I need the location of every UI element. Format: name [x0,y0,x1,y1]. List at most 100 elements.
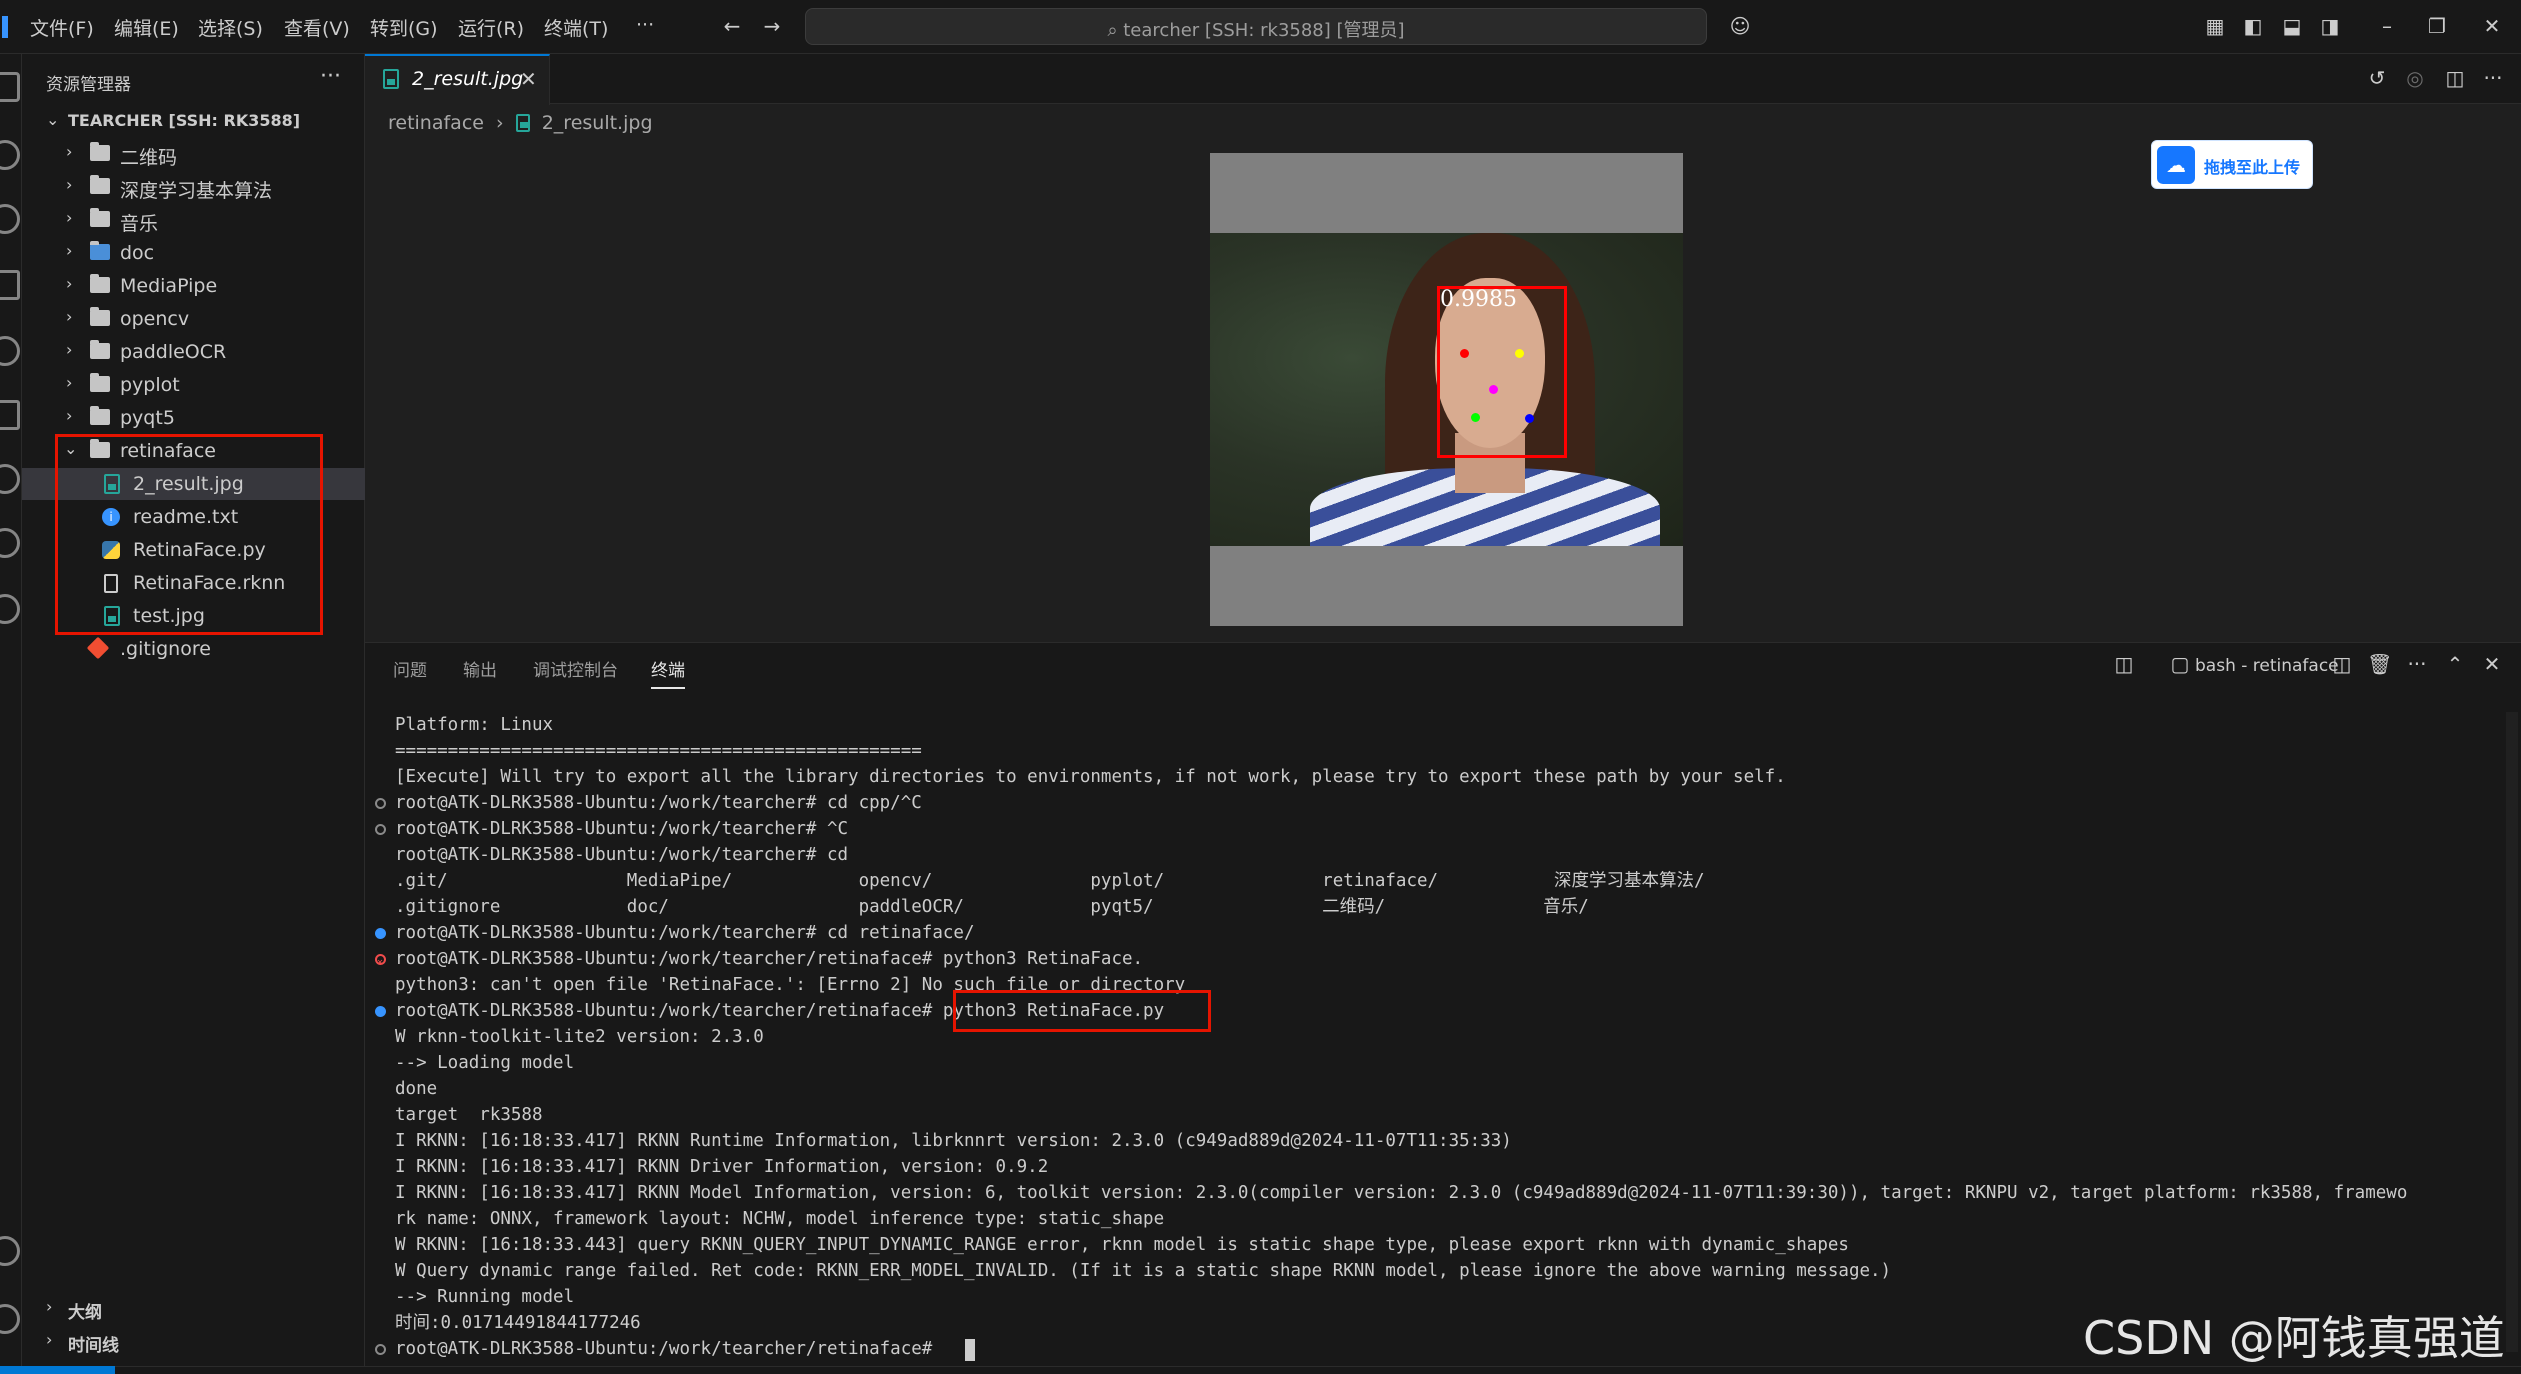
minimize-icon[interactable]: – [2375,14,2399,38]
terminal-line: 时间:0.01714491844177246 [395,1310,641,1336]
command-decoration-icon[interactable] [375,1006,386,1017]
menu-go[interactable]: 转到(G) [370,14,438,41]
result-photo: 0.9985 [1210,233,1683,546]
terminal-line: [Execute] Will try to export all the lib… [395,764,1786,790]
terminal-line-text: root@ATK-DLRK3588-Ubuntu:/work/tearcher/… [395,1339,943,1359]
terminal-line-text: .gitignore doc/ paddleOCR/ pyqt5/ 二维码/ 音… [395,897,1589,917]
tab-debug-console[interactable]: 调试控制台 [533,656,618,681]
breadcrumb-file[interactable]: 2_result.jpg [542,112,653,134]
tree-file-gitignore[interactable]: .gitignore [22,633,365,665]
close-tab-icon[interactable]: ✕ [520,67,537,91]
explorer-title: 资源管理器 [46,75,131,95]
close-panel-icon[interactable]: ✕ [2480,652,2504,676]
explorer-icon[interactable] [0,72,20,102]
menu-run[interactable]: 运行(R) [458,14,524,41]
command-decoration-icon[interactable] [375,928,386,939]
remote-indicator[interactable] [0,1366,115,1374]
tree-folder-deep-learning[interactable]: › 深度学习基本算法 [22,171,365,203]
restore-icon[interactable]: ❐ [2425,14,2449,38]
command-decoration-icon[interactable] [375,950,386,976]
command-decoration-icon[interactable] [375,798,386,809]
tree-folder-mediapipe[interactable]: › MediaPipe [22,270,365,302]
split-editor-icon[interactable]: ◫ [2443,66,2467,90]
compare-icon[interactable]: ◎ [2403,66,2427,90]
tree-folder-doc[interactable]: › doc [22,237,365,269]
search-activity-icon[interactable] [0,140,20,170]
terminal-line: W RKNN: [16:18:33.443] query RKNN_QUERY_… [395,1232,1849,1258]
image-file-icon [383,69,399,89]
terminal-scrollbar[interactable] [2506,712,2518,1352]
layout-customize-icon[interactable]: ▦ [2203,14,2227,38]
tree-folder-music[interactable]: › 音乐 [22,204,365,236]
menu-terminal[interactable]: 终端(T) [544,14,608,41]
source-control-icon[interactable] [0,204,20,234]
breadcrumb: retinaface › 2_result.jpg [388,111,653,134]
tree-folder-opencv[interactable]: › opencv [22,303,365,335]
menu-more[interactable]: ··· [636,14,654,36]
git-file-icon [86,636,110,660]
tree-folder-paddleocr[interactable]: › paddleOCR [22,336,365,368]
terminal-cursor [965,1339,975,1361]
back-arrow-icon[interactable]: ← [720,14,744,38]
account-icon[interactable] [0,1236,20,1266]
toggle-sidebar-icon[interactable]: ◧ [2241,14,2265,38]
git-graph-icon[interactable] [0,528,20,558]
tab-problems[interactable]: 问题 [393,656,427,681]
panel-more-icon[interactable]: ··· [2405,652,2429,676]
toggle-panel-icon[interactable]: ⬓ [2280,14,2304,38]
terminal-line: root@ATK-DLRK3588-Ubuntu:/work/tearcher#… [395,842,848,868]
history-icon[interactable]: ↺ [2365,66,2389,90]
breadcrumb-separator-icon: › [496,112,504,134]
menu-edit[interactable]: 编辑(E) [114,14,179,41]
root-chevron-icon[interactable]: ⌄ [46,110,59,129]
tree-folder-qrcode[interactable]: › 二维码 [22,138,365,170]
chevron-right-icon[interactable]: › [46,1330,52,1349]
maximize-panel-icon[interactable]: ⌃ [2443,652,2467,676]
tab-output[interactable]: 输出 [463,656,497,681]
terminal-line: Platform: Linux [395,712,553,738]
close-window-icon[interactable]: ✕ [2480,14,2504,38]
menu-view[interactable]: 查看(V) [284,14,350,41]
terminal-output[interactable]: Platform: Linux =========================… [375,712,2505,1362]
command-center-search[interactable]: ⌕ tearcher [SSH: rk3588] [管理员] [805,8,1707,45]
timeline-section[interactable]: 时间线 [68,1331,119,1356]
tab-terminal[interactable]: 终端 [651,656,685,689]
chevron-right-icon: › [66,208,73,227]
terminal-line-text: --> Running model [395,1287,575,1307]
tree-label: 深度学习基本算法 [120,180,273,202]
toggle-secondary-sidebar-icon[interactable]: ◨ [2318,14,2342,38]
command-decoration-icon[interactable] [375,1344,386,1355]
upload-badge[interactable]: ☁ 拖拽至此上传 [2151,140,2313,189]
breadcrumb-folder[interactable]: retinaface [388,112,484,134]
settings-gear-icon[interactable] [0,1304,20,1334]
copilot-icon[interactable]: ☺ [1728,14,1752,38]
docker-icon[interactable] [0,594,20,624]
tree-folder-pyplot[interactable]: › pyplot [22,369,365,401]
tree-label: pyplot [120,374,180,396]
terminal-line: root@ATK-DLRK3588-Ubuntu:/work/tearcher/… [375,946,1143,976]
terminal-line: .gitignore doc/ paddleOCR/ pyqt5/ 二维码/ 音… [395,894,1589,920]
run-debug-icon[interactable] [0,270,20,300]
workspace-root[interactable]: TEARCHER [SSH: RK3588] [68,111,300,130]
testing-icon[interactable] [0,464,20,494]
terminal-line-text: W rknn-toolkit-lite2 version: 2.3.0 [395,1027,764,1047]
chevron-right-icon: › [66,142,73,161]
tree-folder-pyqt5[interactable]: › pyqt5 [22,402,365,434]
command-decoration-icon[interactable] [375,824,386,835]
tab-2-result-jpg[interactable]: 2_result.jpg ✕ [365,54,550,105]
chevron-right-icon[interactable]: › [46,1297,52,1316]
split-terminal-icon[interactable]: ◫ [2330,652,2354,676]
terminal-line: root@ATK-DLRK3588-Ubuntu:/work/tearcher#… [375,790,922,816]
forward-arrow-icon[interactable]: → [760,14,784,38]
new-terminal-split-icon[interactable]: ◫ [2112,652,2136,676]
editor-more-icon[interactable]: ··· [2481,66,2505,90]
trash-icon[interactable]: 🗑 [2367,652,2392,676]
explorer-more-button[interactable]: ··· [320,64,341,89]
menu-selection[interactable]: 选择(S) [198,14,263,41]
outline-section[interactable]: 大纲 [68,1298,102,1323]
menu-file[interactable]: 文件(F) [30,14,94,41]
remote-explorer-icon[interactable] [0,336,20,366]
terminal-name[interactable]: bash - retinaface [2195,656,2339,676]
chevron-right-icon: › [66,406,73,425]
extensions-icon[interactable] [0,400,20,430]
